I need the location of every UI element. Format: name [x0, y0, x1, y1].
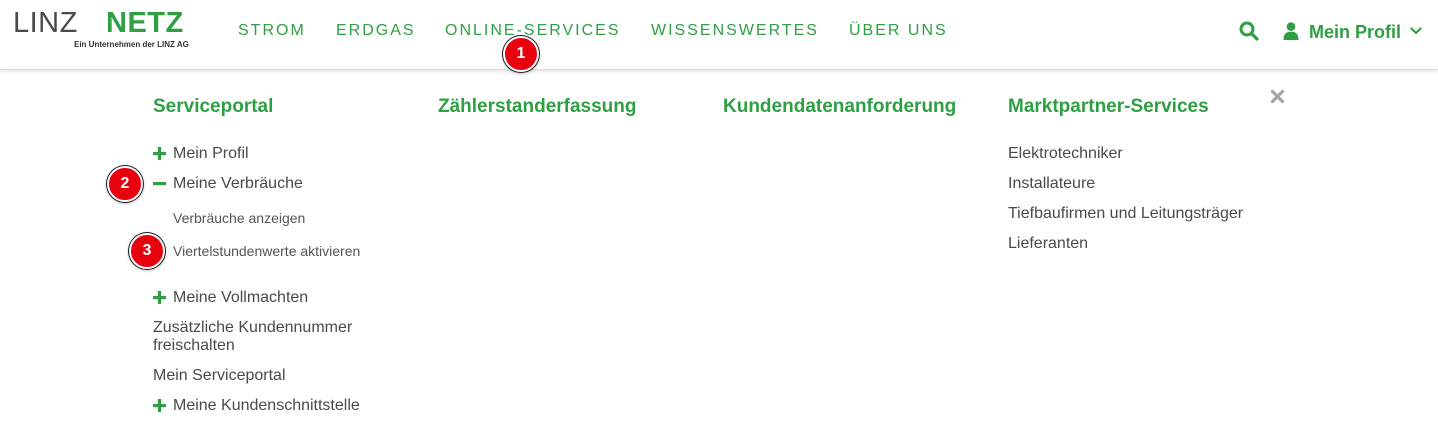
- logo-tagline: Ein Unternehmen der LINZ AG: [74, 40, 189, 49]
- plus-icon[interactable]: [153, 399, 166, 412]
- nav-item-wissenswertes[interactable]: WISSENSWERTES: [651, 21, 819, 41]
- heading-kundendatenanforderung[interactable]: Kundendatenanforderung: [723, 96, 956, 118]
- close-icon[interactable]: [1270, 89, 1285, 104]
- menu-item-meine-kundenschnittstelle[interactable]: Meine Kundenschnittstelle: [173, 397, 360, 415]
- user-icon: [1283, 22, 1299, 40]
- menu-item-mein-serviceportal[interactable]: Mein Serviceportal: [153, 367, 286, 385]
- annotation-marker-2: 2: [107, 166, 143, 202]
- heading-zaehlerstanderfassung[interactable]: Zählerstanderfassung: [438, 96, 637, 118]
- minus-icon[interactable]: [153, 177, 166, 190]
- heading-marktpartner-services[interactable]: Marktpartner-Services: [1008, 96, 1209, 118]
- plus-icon[interactable]: [153, 147, 166, 160]
- nav-item-erdgas[interactable]: ERDGAS: [336, 21, 416, 41]
- submenu-item-viertelstundenwerte-aktivieren[interactable]: Viertelstundenwerte aktivieren: [173, 243, 360, 259]
- nav-item-ueber-uns[interactable]: ÜBER UNS: [849, 21, 948, 41]
- profile-menu-button[interactable]: Mein Profil: [1309, 21, 1401, 43]
- logo-linz-text: LINZ: [13, 7, 78, 39]
- search-icon[interactable]: [1239, 21, 1259, 41]
- menu-item-lieferanten[interactable]: Lieferanten: [1008, 235, 1088, 253]
- menu-item-meine-vollmachten[interactable]: Meine Vollmachten: [173, 289, 308, 307]
- menu-item-elektrotechniker[interactable]: Elektrotechniker: [1008, 145, 1123, 163]
- menu-item-meine-verbraeuche[interactable]: Meine Verbräuche: [173, 175, 303, 193]
- logo-netz-text: NETZ: [106, 7, 184, 39]
- annotation-marker-3: 3: [129, 233, 165, 269]
- nav-item-strom[interactable]: STROM: [238, 21, 306, 41]
- submenu-item-verbraeuche-anzeigen[interactable]: Verbräuche anzeigen: [173, 210, 305, 226]
- menu-item-label-line1: Zusätzliche Kundennummer: [153, 319, 353, 336]
- menu-item-tiefbaufirmen[interactable]: Tiefbaufirmen und Leitungsträger: [1008, 205, 1243, 223]
- menu-item-installateure[interactable]: Installateure: [1008, 175, 1095, 193]
- linz-netz-logo[interactable]: LINZ NETZ Ein Unternehmen der LINZ AG: [13, 8, 205, 52]
- chevron-down-icon[interactable]: [1410, 26, 1422, 36]
- plus-icon[interactable]: [153, 291, 166, 304]
- menu-item-label-line2: freischalten: [153, 337, 235, 354]
- heading-serviceportal[interactable]: Serviceportal: [153, 96, 273, 118]
- menu-item-zusaetzliche-kundennummer[interactable]: Zusätzliche Kundennummer freischalten: [153, 319, 352, 355]
- menu-item-mein-profil[interactable]: Mein Profil: [173, 145, 249, 163]
- nav-item-online-services[interactable]: ONLINE-SERVICES: [445, 21, 621, 41]
- annotation-marker-1: 1: [503, 36, 539, 72]
- site-header: LINZ NETZ Ein Unternehmen der LINZ AG ST…: [0, 0, 1438, 70]
